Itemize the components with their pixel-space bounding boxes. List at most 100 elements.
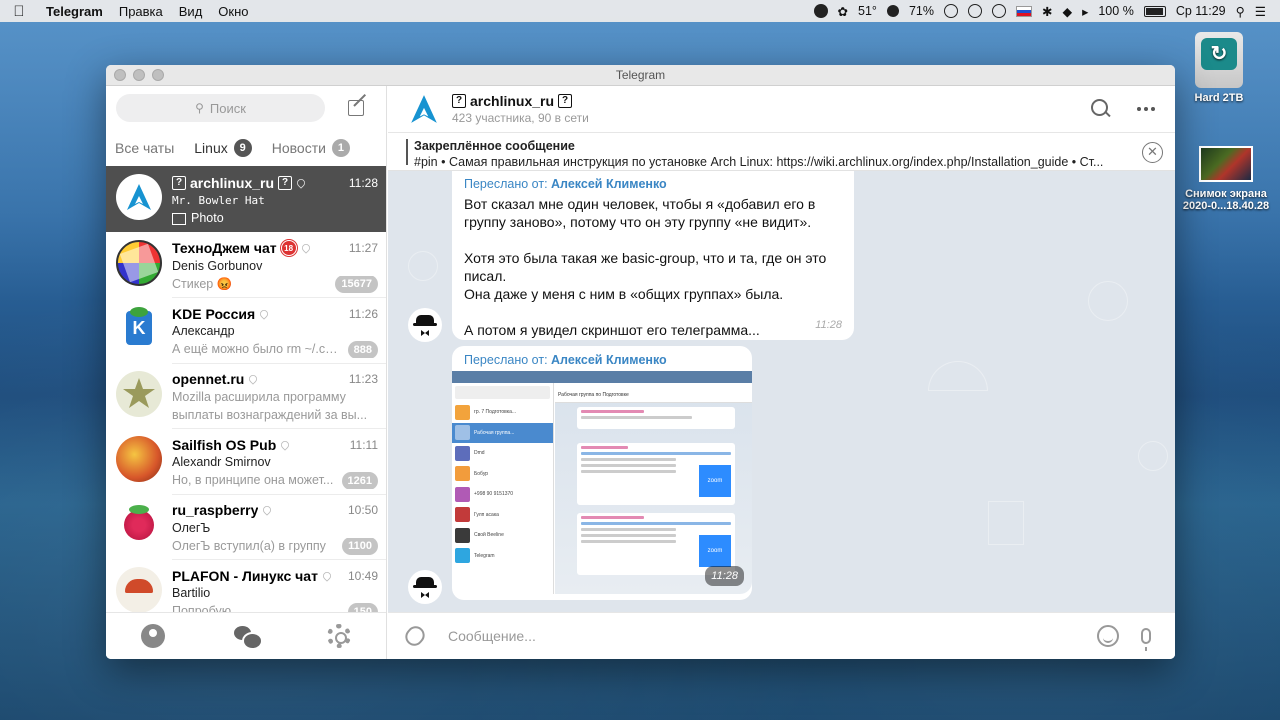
chat-name: opennet.ru <box>172 371 245 387</box>
menu-window[interactable]: Окно <box>210 4 256 19</box>
chat-item-kde-russia[interactable]: K KDE Россия 11:26 Александр А ещё можно… <box>106 297 386 363</box>
chat-preview-cont: выплаты вознаграждений за вы... <box>172 407 368 422</box>
checkmark-icon[interactable] <box>943 4 958 18</box>
window-titlebar[interactable]: Telegram <box>106 65 1175 86</box>
screenshot-label-line1: Снимок экрана <box>1185 188 1267 200</box>
menu-app-name[interactable]: Telegram <box>38 4 111 19</box>
chat-preview: Photo <box>191 211 224 225</box>
muted-icon <box>295 176 307 189</box>
battery-icon[interactable] <box>1143 5 1166 17</box>
age-restriction-icon: 18 <box>280 240 297 256</box>
desktop-drive[interactable]: ↻ Hard 2TB <box>1186 32 1252 104</box>
chat-time: 11:23 <box>348 372 378 386</box>
apple-menu-icon[interactable]:  <box>0 3 38 20</box>
photo-message-bubble[interactable]: Переслано от: Алексей Клименко гр. 7 Под… <box>452 346 752 600</box>
chat-sender: Alexandr Smirnov <box>172 455 271 469</box>
forwarded-screenshot-image[interactable]: гр. 7 Подготовка... Рабочая группа... Dm… <box>452 371 752 594</box>
chats-icon[interactable] <box>233 624 263 650</box>
contacts-icon[interactable] <box>140 624 165 648</box>
message-time: 11:28 <box>815 319 842 331</box>
spotlight-search-icon[interactable]: ⚲ <box>1236 4 1245 19</box>
chat-name: PLAFON - Линукс чат <box>172 567 318 584</box>
chat-name: KDE Россия <box>172 305 256 322</box>
muted-icon <box>261 504 274 516</box>
search-icon[interactable] <box>1091 99 1111 119</box>
close-window-button[interactable] <box>114 69 126 81</box>
chat-preview: ОлегЪ вступил(а) в группу <box>172 538 326 553</box>
chat-time: 11:27 <box>348 241 378 255</box>
settings-gear-icon[interactable] <box>327 624 352 648</box>
time-machine-icon[interactable] <box>991 4 1006 18</box>
battery-readout: 100 % <box>1098 4 1134 18</box>
search-input[interactable]: ⚲ Поиск <box>116 94 325 122</box>
forward-prefix: Переслано от: <box>464 353 548 367</box>
zoom-window-button[interactable] <box>152 69 164 81</box>
folder-tabs: Все чаты Linux 9 Новости 1 <box>106 130 386 166</box>
sidebar-bottom-bar <box>106 612 386 659</box>
keyboard-layout-flag-icon[interactable] <box>1015 5 1032 17</box>
window-title: Telegram <box>615 68 666 82</box>
forward-author-link[interactable]: Алексей Клименко <box>551 177 667 191</box>
chat-name: ru_raspberry <box>172 502 259 518</box>
wifi-icon[interactable]: ◆ <box>1062 4 1072 19</box>
chat-item-archlinux-ru[interactable]: ? archlinux_ru ? 11:28 Mr. Bowler Hat Ph… <box>106 166 386 232</box>
sender-avatar[interactable] <box>408 308 442 342</box>
cpu-icon[interactable] <box>886 5 899 17</box>
drive-label: Hard 2TB <box>1194 92 1244 104</box>
bluetooth-icon[interactable]: ✱ <box>1042 4 1052 19</box>
attach-paperclip-icon[interactable] <box>401 622 429 650</box>
minimize-window-button[interactable] <box>133 69 145 81</box>
group-icon: ? <box>558 94 573 108</box>
microphone-icon[interactable] <box>1141 628 1151 651</box>
chat-time: 11:11 <box>349 437 378 452</box>
background-doodle <box>408 251 438 281</box>
menu-view[interactable]: Вид <box>171 4 211 19</box>
emoji-icon[interactable] <box>1097 625 1119 647</box>
tab-linux[interactable]: Linux 9 <box>194 139 252 157</box>
chat-item-opennet[interactable]: opennet.ru 11:23 Mozilla расширила прогр… <box>106 362 386 429</box>
telegram-window: Telegram ⚲ Поиск Все чаты Linux 9 Новост… <box>106 65 1175 659</box>
sender-avatar[interactable] <box>408 570 442 604</box>
chat-preview: А ещё можно было rm ~/.co... <box>172 342 342 356</box>
weather-icon[interactable]: ✿ <box>838 4 848 19</box>
arch-linux-logo-icon[interactable] <box>408 93 440 125</box>
chat-header[interactable]: ? archlinux_ru ? 423 участника, 90 в сет… <box>388 86 1175 133</box>
raspberry-avatar <box>116 501 162 548</box>
menu-edit[interactable]: Правка <box>111 4 171 19</box>
chat-item-technojam[interactable]: ТехноДжем чат 18 11:27 Denis Gorbunov Ст… <box>106 232 386 298</box>
message-bubble[interactable]: Переслано от: Алексей Клименко Вот сказа… <box>452 171 854 340</box>
menu-clock[interactable]: Ср 11:29 <box>1176 4 1226 18</box>
close-icon[interactable]: ✕ <box>1142 142 1163 163</box>
forward-author-link[interactable]: Алексей Клименко <box>551 353 667 367</box>
tab-all-chats[interactable]: Все чаты <box>115 140 174 156</box>
chat-preview: Попробую <box>172 604 232 612</box>
tab-label: Новости <box>271 140 326 156</box>
notification-center-icon[interactable]: ☰ <box>1255 4 1266 19</box>
tab-label: Linux <box>194 140 228 156</box>
dashlane-icon[interactable] <box>967 4 982 18</box>
arch-linux-avatar <box>116 174 162 220</box>
chat-name: Sailfish OS Pub <box>172 436 277 453</box>
chat-item-sailfish[interactable]: Sailfish OS Pub 11:11 Alexandr Smirnov Н… <box>106 428 386 494</box>
chat-preview: Mozilla расширила программу <box>172 389 346 404</box>
chat-sender: Mr. Bowler Hat <box>172 194 265 207</box>
tab-news[interactable]: Новости 1 <box>272 139 350 157</box>
compose-icon[interactable] <box>348 93 368 118</box>
volume-icon[interactable]: ▸ <box>1082 4 1088 19</box>
chat-title: archlinux_ru <box>470 93 555 109</box>
message-paragraph: Хотя это была такая же basic-group, что … <box>464 250 827 302</box>
chat-item-ru-raspberry[interactable]: ru_raspberry 10:50 ОлегЪ ОлегЪ вступил(а… <box>106 493 386 560</box>
chat-subtitle: 423 участника, 90 в сети <box>452 111 589 125</box>
chat-item-plafon[interactable]: PLAFON - Линукс чат 10:49 Bartilio Попро… <box>106 559 386 612</box>
chat-sender: ОлегЪ <box>172 520 211 535</box>
search-icon: ⚲ <box>195 101 204 115</box>
telegram-status-icon[interactable] <box>813 4 828 18</box>
pinned-message[interactable]: Закреплённое сообщение #pin • Самая прав… <box>388 133 1175 171</box>
temperature-readout: 51° <box>858 4 877 18</box>
sidebar: ⚲ Поиск Все чаты Linux 9 Новости 1 ? arc… <box>106 86 387 659</box>
more-options-icon[interactable] <box>1137 107 1155 111</box>
message-input[interactable]: Сообщение... <box>448 628 1097 644</box>
desktop-screenshot-file[interactable]: Снимок экрана 2020-0...18.40.28 <box>1172 146 1280 212</box>
background-doodle <box>1138 441 1168 471</box>
group-icon: ? <box>172 175 186 190</box>
